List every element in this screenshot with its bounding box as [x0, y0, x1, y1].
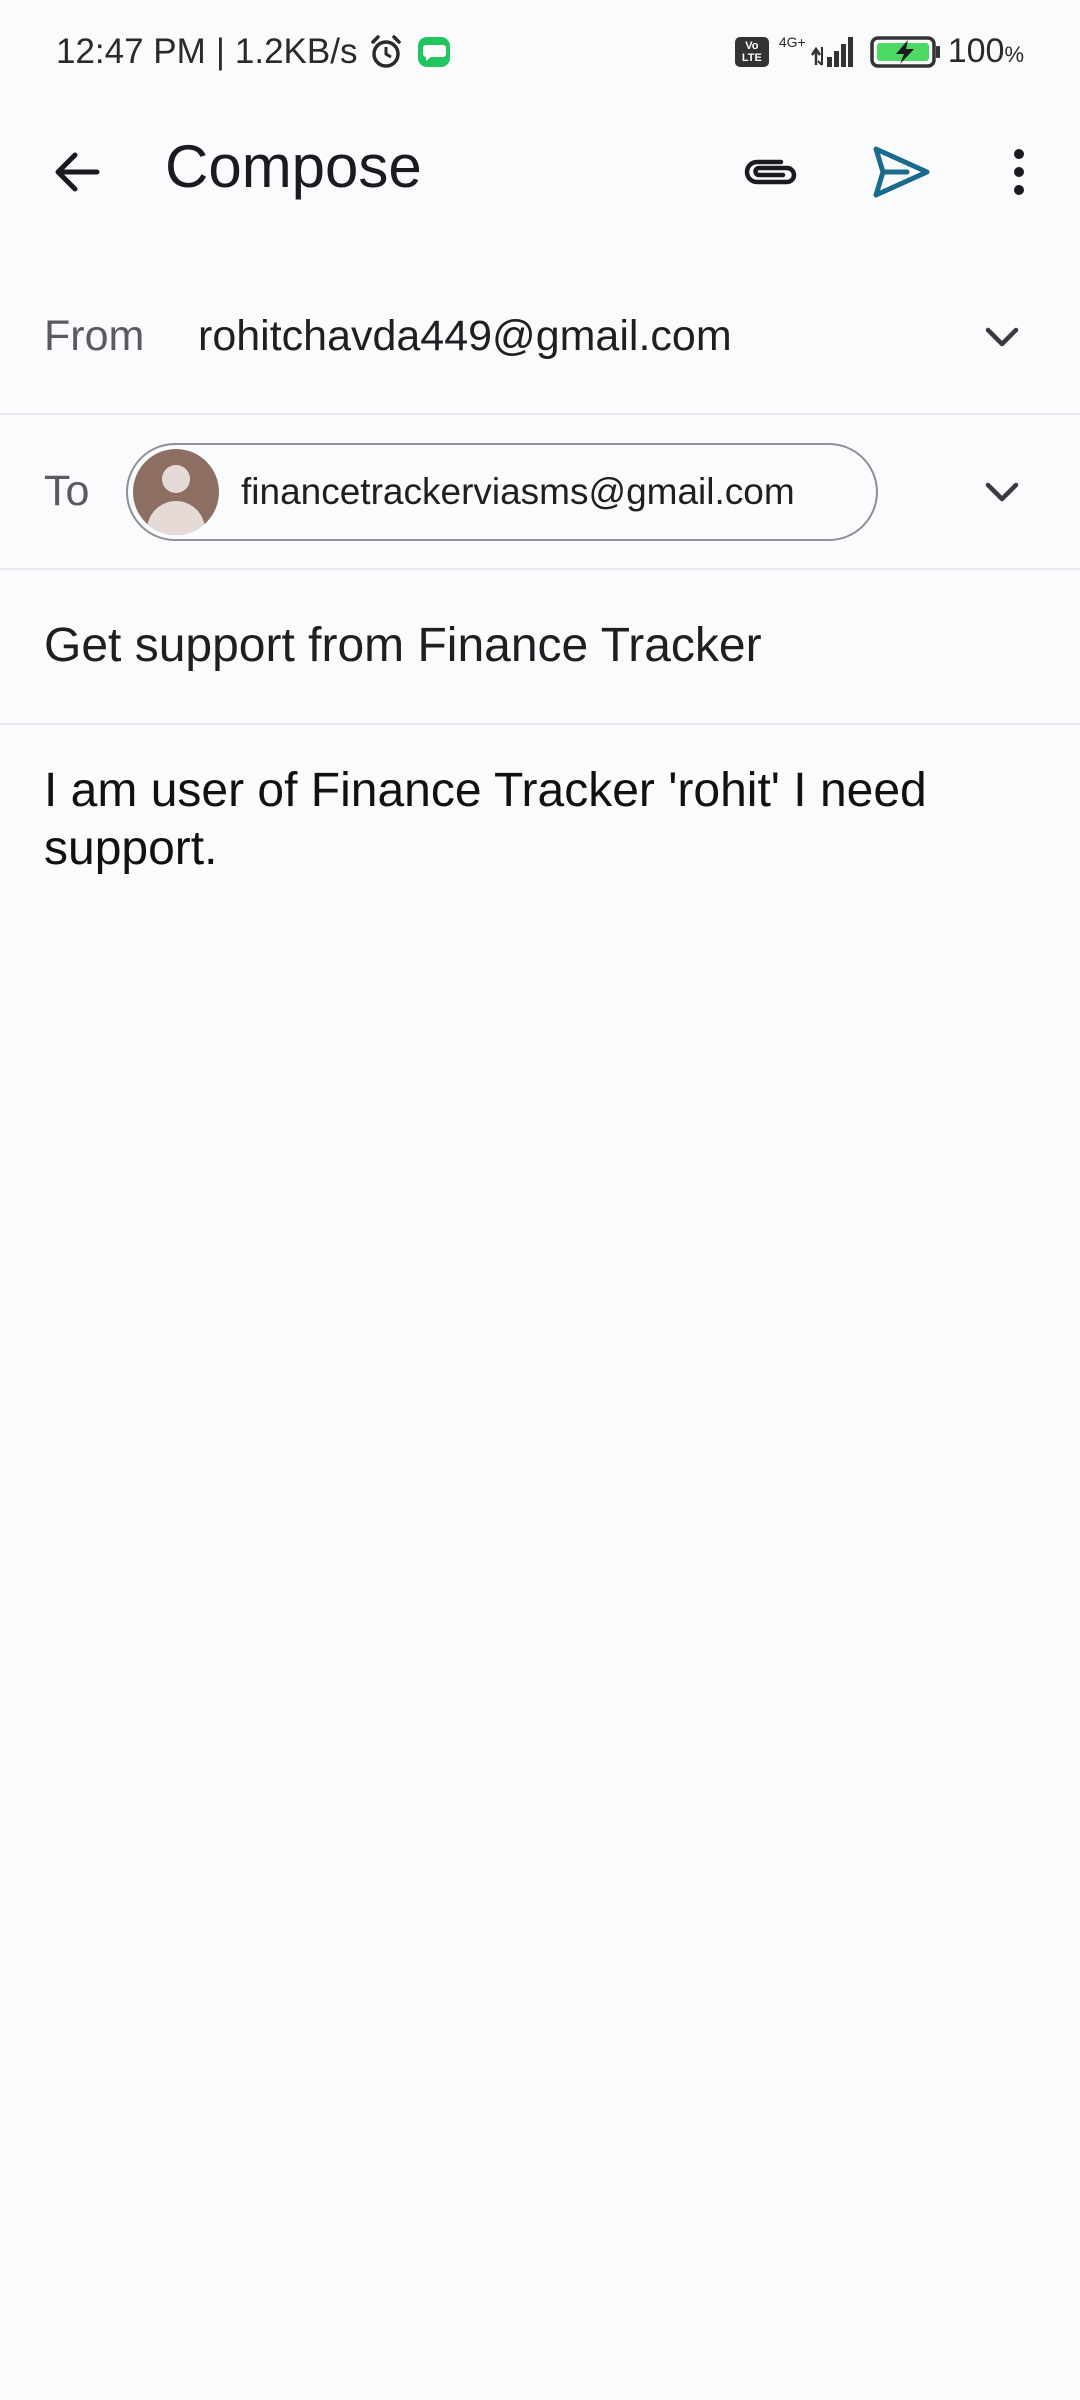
battery-value: 100 — [947, 32, 1005, 70]
chevron-down-icon — [985, 482, 1019, 502]
avatar-body-shape — [147, 501, 205, 535]
attach-button[interactable] — [726, 127, 816, 217]
volte-bottom: LTE — [741, 51, 762, 64]
battery-charging-icon — [869, 35, 940, 68]
page-title: Compose — [165, 133, 422, 200]
to-row: To financetrackerviasms@gmail.com — [0, 415, 1080, 570]
avatar-head-shape — [162, 465, 190, 493]
paperclip-icon — [744, 159, 797, 185]
battery-percentage: 100% — [948, 32, 1024, 71]
alarm-icon — [371, 35, 402, 68]
back-button[interactable] — [32, 127, 122, 217]
status-separator: | — [215, 32, 225, 71]
status-time: 12:47 PM — [56, 32, 206, 71]
app-bar: Compose — [0, 110, 1080, 234]
status-right: Vo LTE 4G+ 100% — [734, 32, 1024, 71]
battery-unit: % — [1004, 42, 1024, 67]
from-account-select[interactable]: rohitchavda449@gmail.com — [198, 312, 732, 361]
signal-icon — [810, 36, 853, 67]
to-expand-button[interactable] — [975, 465, 1029, 519]
body-input[interactable]: I am user of Finance Tracker 'rohit' I n… — [44, 762, 1034, 878]
send-icon — [873, 146, 930, 198]
status-left: 12:47 PM | 1.2KB/s — [56, 32, 453, 72]
network-speed: 1.2KB/s — [234, 32, 358, 71]
network-type: 4G+ — [778, 33, 806, 50]
message-notification-icon — [418, 37, 451, 67]
volte-icon: Vo LTE — [734, 36, 769, 67]
from-expand-button[interactable] — [975, 310, 1029, 364]
subject-row: Get support from Finance Tracker — [0, 570, 1080, 725]
from-label: From — [44, 312, 145, 360]
send-button[interactable] — [856, 127, 946, 217]
recipient-email: financetrackerviasms@gmail.com — [241, 471, 795, 512]
avatar — [133, 449, 219, 535]
subject-input[interactable]: Get support from Finance Tracker — [44, 618, 762, 673]
volte-top: Vo — [745, 39, 759, 52]
recipient-chip[interactable]: financetrackerviasms@gmail.com — [126, 443, 878, 541]
more-options-button[interactable] — [974, 127, 1064, 217]
to-label: To — [44, 467, 90, 515]
chevron-down-icon — [985, 327, 1019, 347]
status-bar: 12:47 PM | 1.2KB/s Vo LTE 4G+ 100% — [0, 0, 1080, 110]
from-row: From rohitchavda449@gmail.com — [0, 260, 1080, 415]
more-vert-icon — [1014, 149, 1024, 195]
back-arrow-icon — [55, 152, 100, 192]
